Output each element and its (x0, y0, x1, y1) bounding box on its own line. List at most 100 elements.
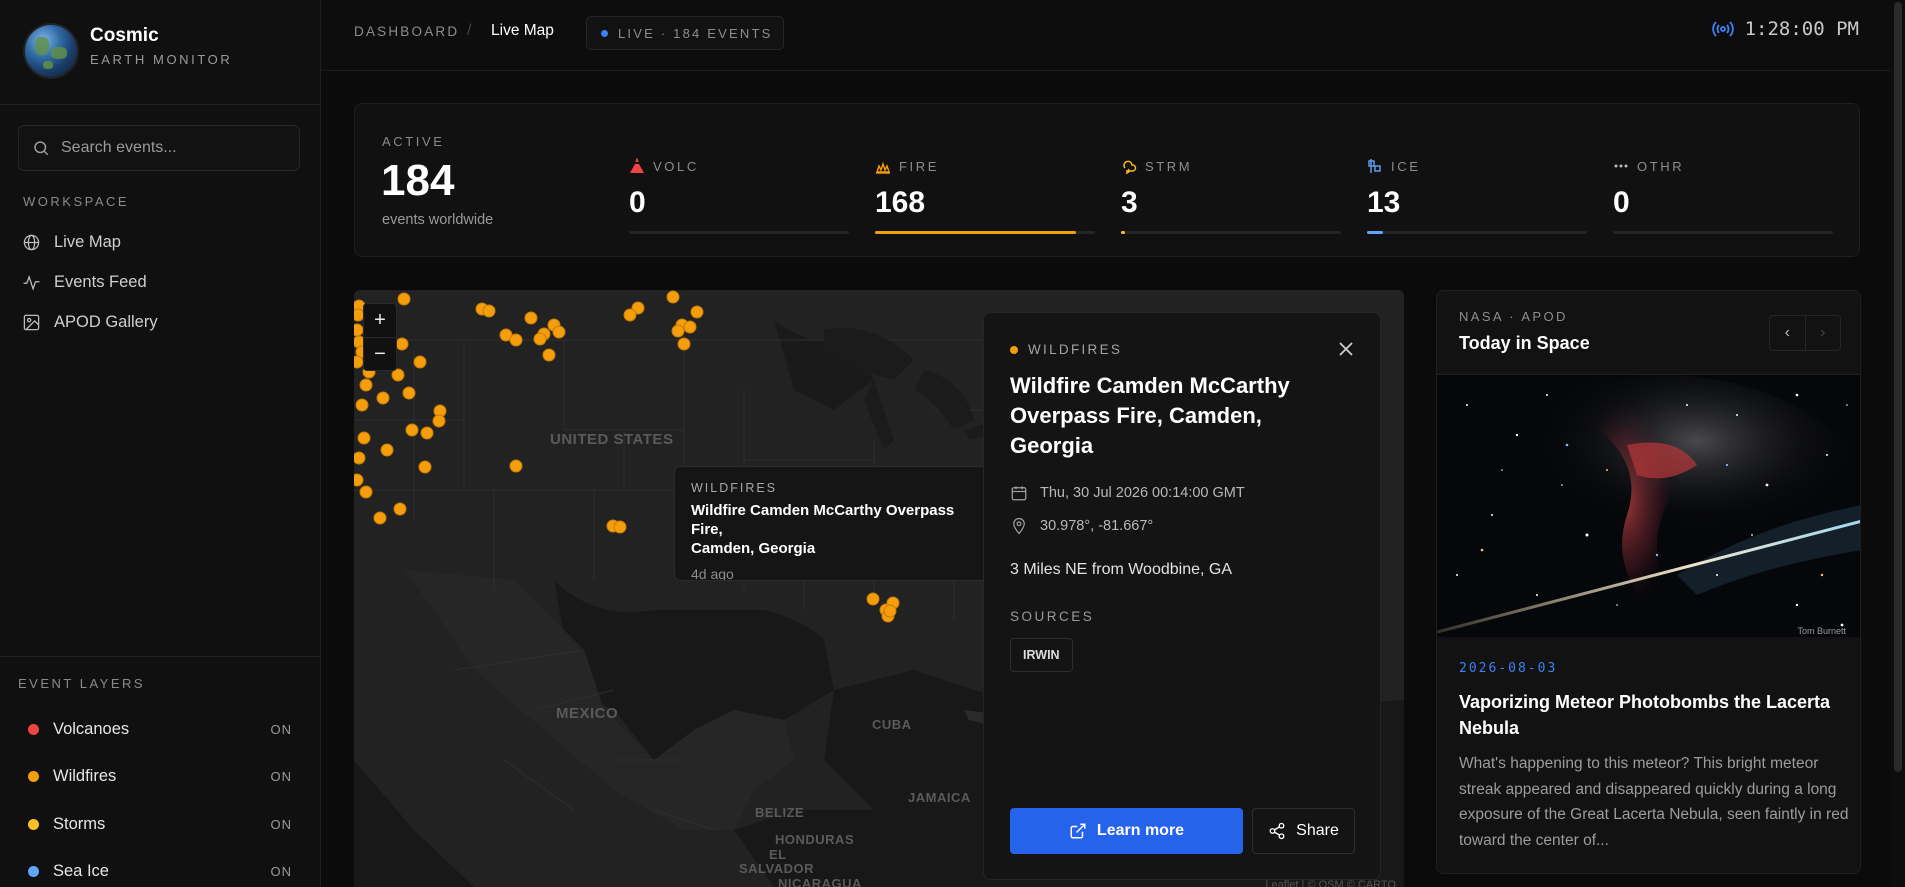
wildfire-marker[interactable] (359, 485, 373, 499)
zoom-in-button[interactable]: + (364, 304, 396, 337)
detail-category: WILDFIRES (1010, 342, 1122, 357)
wildfire-marker[interactable] (354, 355, 364, 369)
detail-location: 3 Miles NE from Woodbine, GA (1010, 561, 1233, 578)
image-icon (23, 314, 40, 330)
wildfire-marker[interactable] (359, 378, 373, 392)
wildfire-marker[interactable] (420, 426, 434, 440)
layer-label: Sea Ice (53, 861, 109, 880)
nav-item-live-map[interactable]: Live Map (22, 227, 302, 257)
wildfire-marker[interactable] (380, 443, 394, 457)
wildfire-marker[interactable] (432, 414, 446, 428)
wildfire-marker[interactable] (354, 451, 366, 465)
stat-progress (1367, 231, 1587, 234)
wildfire-marker[interactable] (666, 290, 680, 304)
stat-ice: ICE 13 (1367, 158, 1587, 258)
apod-image-credit: Tom Burnett (1797, 626, 1846, 636)
wildfire-marker[interactable] (393, 502, 407, 516)
wildfire-marker[interactable] (357, 431, 371, 445)
wildfire-marker[interactable] (509, 333, 523, 347)
layer-toggle-volcanoes[interactable]: Volcanoes ON (28, 715, 292, 743)
apod-title[interactable]: Vaporizing Meteor Photobombs the Lacerta… (1459, 689, 1849, 741)
wildfire-marker[interactable] (552, 325, 566, 339)
page-scrollbar[interactable] (1891, 0, 1905, 887)
wildfire-marker[interactable] (683, 320, 697, 334)
layer-toggle-sea-ice[interactable]: Sea Ice ON (28, 857, 292, 885)
wildfire-marker[interactable] (524, 311, 538, 325)
layer-label: Wildfires (53, 766, 117, 785)
next-button[interactable]: › (1804, 316, 1841, 350)
event-layers-label: EVENT LAYERS (18, 676, 146, 691)
apod-heading: Today in Space (1459, 333, 1590, 353)
workspace-label: WORKSPACE (23, 194, 130, 209)
wildfire-marker[interactable] (690, 305, 704, 319)
stat-progress-fill (1367, 231, 1383, 234)
stats-panel: ACTIVE 184 events worldwide VOLC 0 FIRE … (354, 103, 1860, 257)
apod-label: NASA · APOD (1459, 309, 1568, 324)
wildfire-marker[interactable] (355, 398, 369, 412)
wildfire-marker[interactable] (883, 604, 897, 618)
stat-label: ICE (1367, 158, 1420, 174)
close-icon (1339, 342, 1353, 356)
zoom-out-button[interactable]: − (364, 337, 396, 370)
wildfire-marker[interactable] (533, 332, 547, 346)
active-count: 184 (381, 156, 455, 205)
map-pin-icon (1013, 517, 1025, 535)
breadcrumb-dashboard[interactable]: DASHBOARD (354, 24, 459, 39)
map-attribution[interactable]: Leaflet | © OSM © CARTO (1265, 879, 1396, 887)
active-label: ACTIVE (382, 134, 445, 149)
stat-value: 0 (1613, 186, 1630, 219)
detail-date-row: Thu, 30 Jul 2026 00:14:00 GMT (1010, 484, 1245, 502)
wildfire-marker[interactable] (397, 292, 411, 306)
layer-status: ON (270, 721, 292, 737)
source-badge[interactable]: IRWIN (1010, 638, 1073, 672)
sidebar: Cosmic EARTH MONITOR WORKSPACE Live Map … (0, 0, 321, 887)
layer-status: ON (270, 863, 292, 879)
stat-progress (875, 231, 1095, 234)
detail-coords: 30.978°, -81.667° (1040, 518, 1154, 534)
wildfire-marker[interactable] (623, 308, 637, 322)
tooltip-title: Wildfire Camden McCarthy Overpass Fire, … (691, 502, 955, 557)
wildfire-marker[interactable] (542, 348, 556, 362)
stat-progress (629, 231, 849, 234)
search-input[interactable] (61, 126, 291, 170)
wildfire-marker[interactable] (395, 337, 409, 351)
stat-progress (1121, 231, 1341, 234)
nav-item-apod-gallery[interactable]: APOD Gallery (22, 307, 302, 337)
layer-toggle-wildfires[interactable]: Wildfires ON (28, 762, 292, 790)
top-bar: DASHBOARD / Live Map LIVE · 184 EVENTS 1… (321, 0, 1905, 71)
detail-title: Wildfire Camden McCarthy Overpass Fire, … (1010, 373, 1290, 458)
wildfire-marker[interactable] (482, 304, 496, 318)
more-icon (1614, 164, 1628, 168)
scrollbar-thumb[interactable] (1894, 2, 1902, 772)
wildfire-marker[interactable] (376, 391, 390, 405)
stat-fires: FIRE 168 (875, 158, 1095, 258)
wildfire-marker[interactable] (677, 337, 691, 351)
wildfire-marker[interactable] (418, 460, 432, 474)
stat-progress (1613, 231, 1833, 234)
prev-button[interactable]: ‹ (1770, 316, 1805, 350)
wildfire-marker[interactable] (413, 355, 427, 369)
stat-value: 0 (629, 186, 646, 219)
close-button[interactable] (1334, 337, 1358, 361)
learn-more-button[interactable]: Learn more (1010, 808, 1243, 854)
wildfire-marker[interactable] (373, 511, 387, 525)
wildfire-marker[interactable] (613, 520, 627, 534)
wildfire-marker[interactable] (405, 423, 419, 437)
breadcrumb-current: Live Map (491, 22, 554, 39)
wildfire-marker[interactable] (671, 324, 685, 338)
earth-logo-icon (25, 25, 77, 77)
wildfire-marker[interactable] (509, 459, 523, 473)
wildfire-marker[interactable] (354, 473, 364, 487)
clock-time: 1:28:00 PM (1744, 18, 1859, 40)
storm-dot-icon (28, 818, 39, 830)
apod-image[interactable]: Tom Burnett (1437, 374, 1860, 637)
stat-label-text: OTHR (1637, 158, 1685, 174)
layer-status: ON (270, 816, 292, 832)
tooltip-category: WILDFIRES (691, 481, 778, 495)
wildfire-marker[interactable] (866, 592, 880, 606)
wildfire-marker[interactable] (354, 323, 364, 337)
wildfire-marker[interactable] (402, 386, 416, 400)
layer-toggle-storms[interactable]: Storms ON (28, 810, 292, 838)
nav-item-events-feed[interactable]: Events Feed (22, 267, 302, 297)
share-button[interactable]: Share (1252, 808, 1355, 854)
